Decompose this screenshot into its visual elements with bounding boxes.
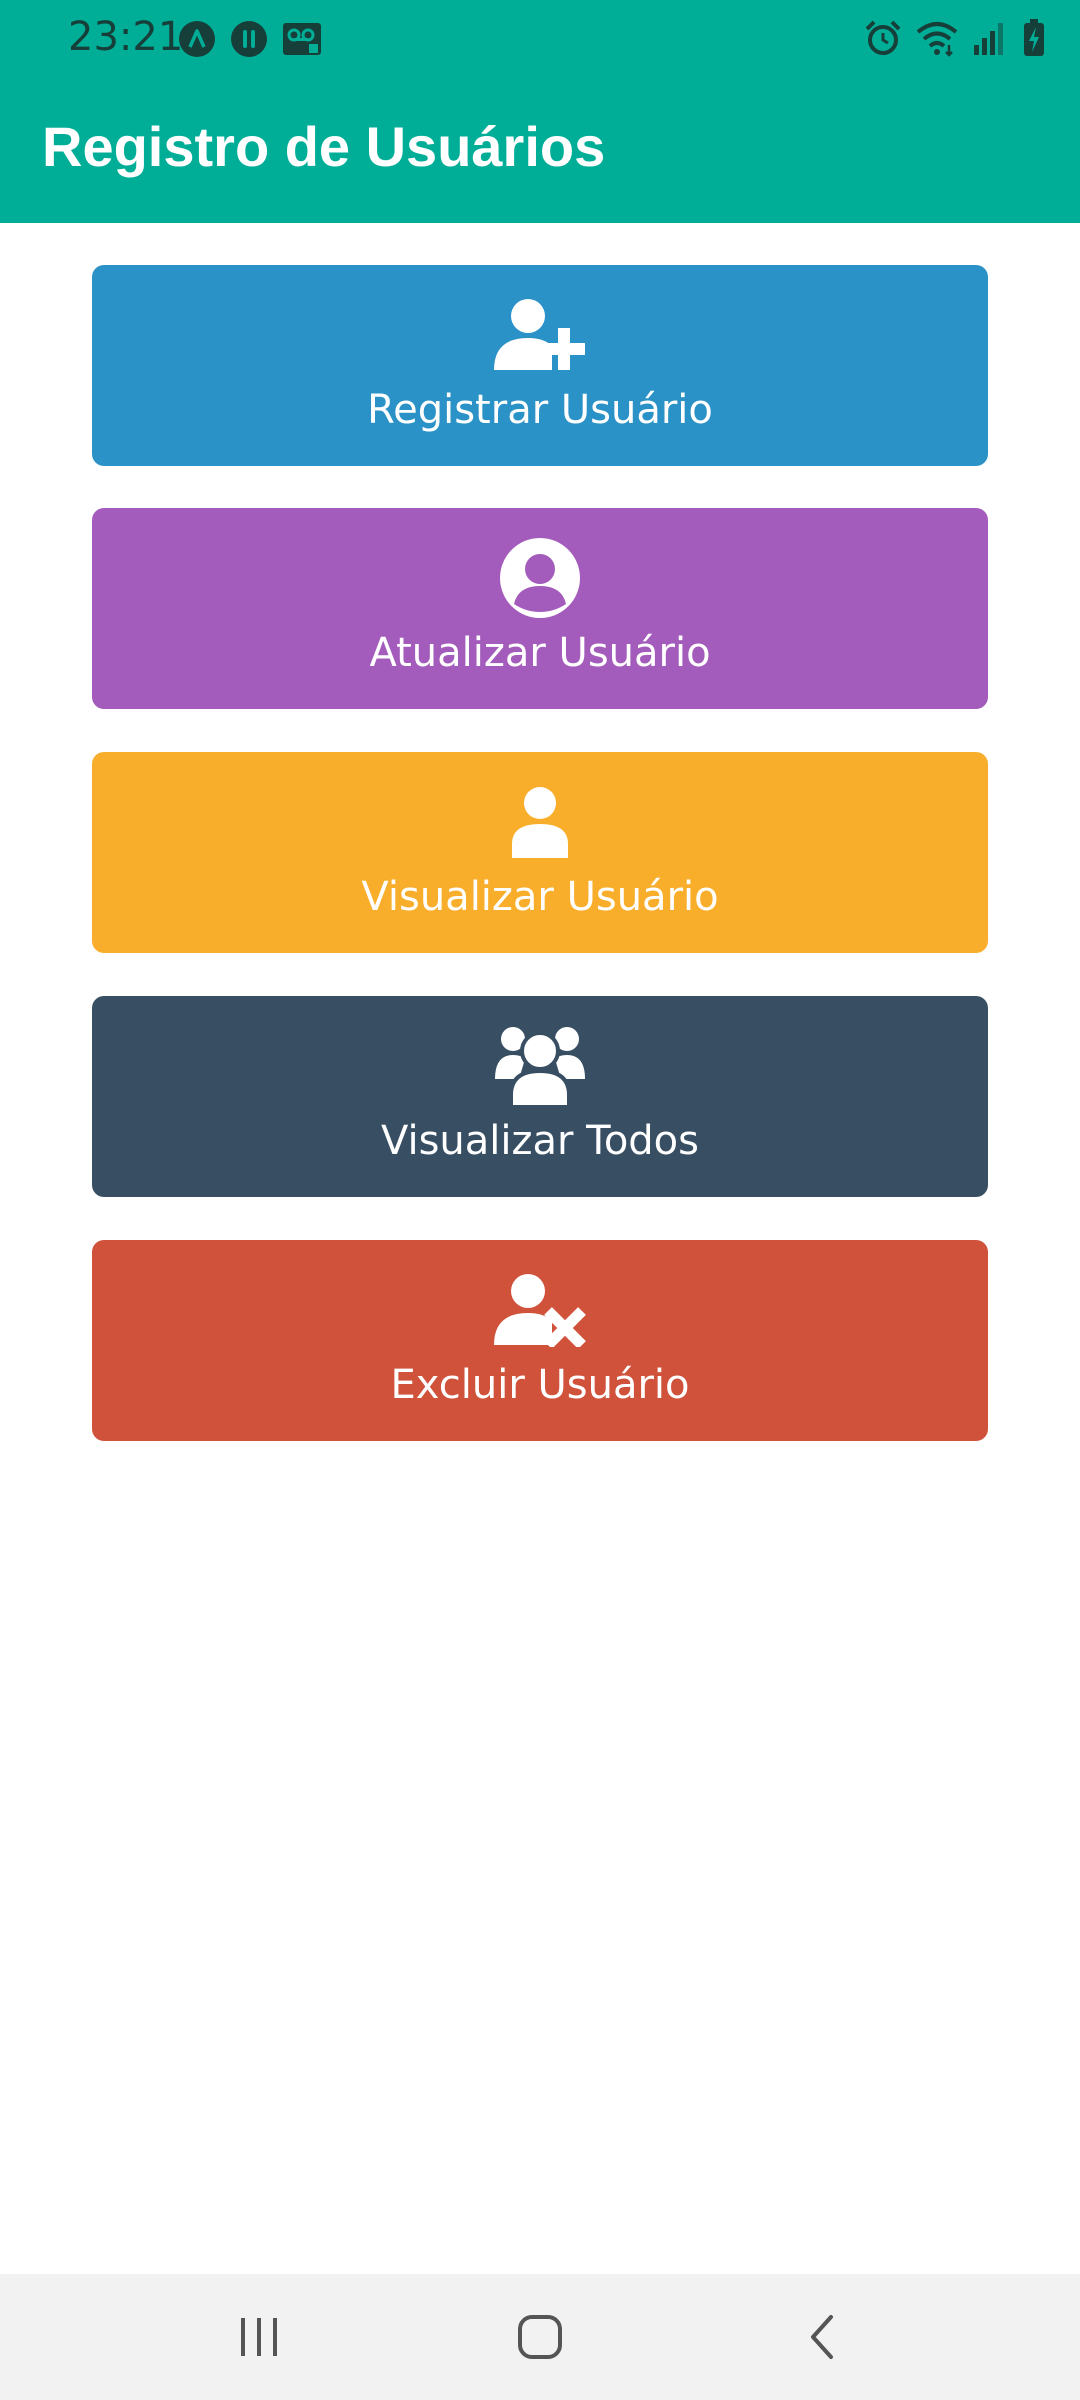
delete-user-label: Excluir Usuário [390,1362,690,1408]
signal-icon [972,19,1008,57]
app-title: Registro de Usuários [42,115,606,178]
screen: 23:21 Registro de Usuários Registrar Usu… [0,0,1080,2400]
voicemail-icon [282,20,322,58]
status-left-icons [178,20,322,58]
wifi-icon [916,19,958,57]
users-icon [92,1024,988,1108]
view-all-label: Visualizar Todos [380,1118,699,1164]
back-button[interactable] [782,2304,862,2370]
expo-icon [178,20,216,58]
update-user-label: Atualizar Usuário [369,630,711,676]
recent-apps-icon [241,2318,277,2356]
user-plus-icon [92,293,988,377]
user-circle-icon [92,536,988,620]
user-icon [92,780,988,864]
recent-apps-button[interactable] [219,2304,299,2370]
battery-charging-icon [1022,18,1046,58]
delete-user-button[interactable]: Excluir Usuário [92,1240,988,1441]
home-icon [518,2315,562,2359]
navigation-bar [0,2274,1080,2400]
update-user-button[interactable]: Atualizar Usuário [92,508,988,709]
user-times-icon [92,1268,988,1352]
back-icon [811,2315,833,2359]
notification-app-icon [230,20,268,58]
register-user-button[interactable]: Registrar Usuário [92,265,988,466]
alarm-icon [864,19,902,57]
status-right-icons [864,18,1046,58]
status-time: 23:21 [68,14,184,60]
view-user-button[interactable]: Visualizar Usuário [92,752,988,953]
app-bar: Registro de Usuários [0,78,1080,223]
status-bar: 23:21 [0,0,1080,78]
register-user-label: Registrar Usuário [367,387,713,433]
home-button[interactable] [500,2304,580,2370]
view-user-label: Visualizar Usuário [361,874,719,920]
view-all-button[interactable]: Visualizar Todos [92,996,988,1197]
